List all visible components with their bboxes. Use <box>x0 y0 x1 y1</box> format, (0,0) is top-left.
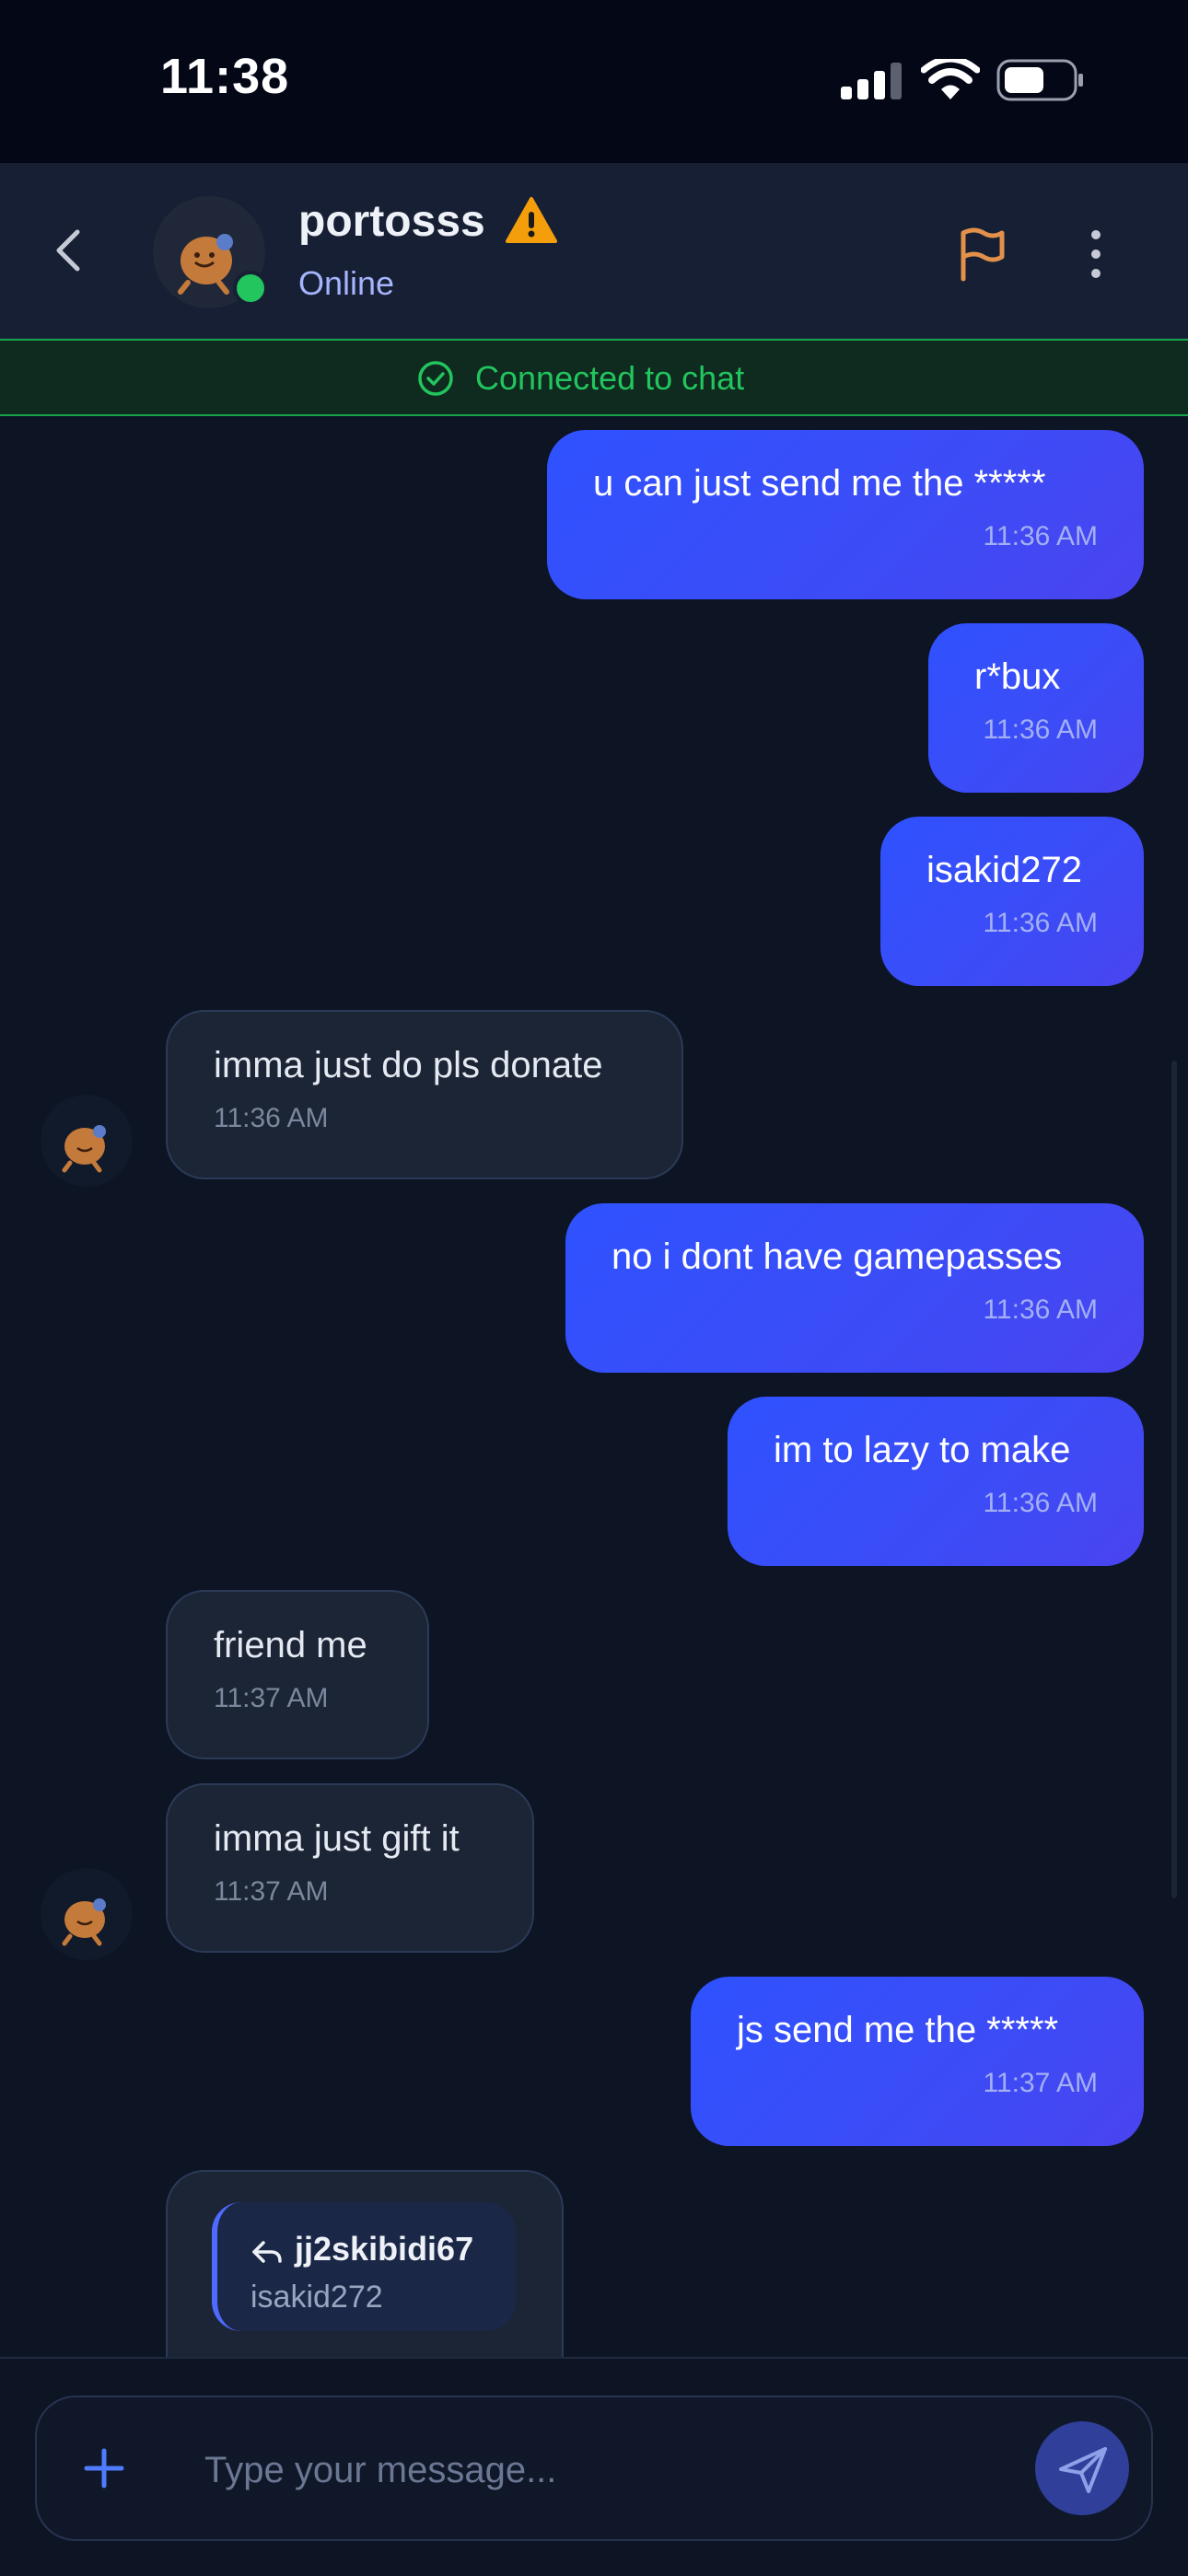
message-timestamp: 11:37 AM <box>214 1683 329 1713</box>
wifi-icon <box>921 59 980 99</box>
message-text: imma just gift it <box>214 1818 460 1859</box>
sender-avatar[interactable] <box>41 1095 133 1187</box>
status-bar: 11:38 <box>0 0 1188 163</box>
message-bubble-received[interactable]: imma just gift it 11:37 AM <box>166 1783 534 1953</box>
reply-username: jj2skibidi67 <box>295 2230 474 2268</box>
scrollbar[interactable] <box>1171 1061 1177 1898</box>
more-options-button[interactable] <box>1083 226 1109 283</box>
online-status-dot <box>233 271 268 306</box>
contact-name[interactable]: portosss <box>298 196 485 247</box>
message-input[interactable] <box>203 2434 1035 2506</box>
message-bubble-sent[interactable]: r*bux 11:36 AM <box>928 623 1144 793</box>
back-button[interactable] <box>46 223 92 278</box>
message-text: js send me the ***** <box>737 2010 1059 2050</box>
reply-quoted-text: isakid272 <box>250 2280 383 2315</box>
message-timestamp: 11:36 AM <box>983 1294 1098 1325</box>
send-button[interactable] <box>1035 2421 1129 2515</box>
sender-avatar[interactable] <box>41 1868 133 1960</box>
message-text: isakid272 <box>926 850 1083 890</box>
message-timestamp: 11:36 AM <box>983 521 1098 551</box>
presence-status: Online <box>298 264 395 302</box>
report-flag-button[interactable] <box>954 226 1007 283</box>
reply-arrow-icon <box>252 2241 282 2263</box>
message-text: friend me <box>214 1625 367 1665</box>
message-text: u can just send me the ***** <box>593 463 1046 504</box>
message-bubble-received[interactable]: imma just do pls donate 11:36 AM <box>166 1010 683 1179</box>
status-time: 11:38 <box>160 49 290 104</box>
message-bubble-sent[interactable]: js send me the ***** 11:37 AM <box>691 1977 1144 2146</box>
send-icon <box>1059 2447 1107 2493</box>
message-text: imma just do pls donate <box>214 1045 603 1085</box>
message-text: no i dont have gamepasses <box>611 1236 1063 1277</box>
warning-icon[interactable] <box>505 196 558 244</box>
message-timestamp: 11:37 AM <box>983 2068 1098 2098</box>
message-timestamp: 11:36 AM <box>214 1103 329 1133</box>
message-list[interactable]: u can just send me the ***** 11:36 AM r*… <box>0 416 1188 2359</box>
connection-banner: Connected to chat <box>0 339 1188 416</box>
add-attachment-button[interactable] <box>79 2443 129 2493</box>
message-timestamp: 11:36 AM <box>983 908 1098 938</box>
connection-status-text: Connected to chat <box>475 359 745 397</box>
message-composer <box>35 2396 1153 2541</box>
message-bubble-sent[interactable]: im to lazy to make 11:36 AM <box>728 1397 1144 1566</box>
message-bubble-sent[interactable]: no i dont have gamepasses 11:36 AM <box>565 1203 1144 1373</box>
avatar-character-icon <box>62 1898 106 1946</box>
quoted-reply-card[interactable]: jj2skibidi67 isakid272 <box>212 2202 516 2331</box>
message-timestamp: 11:36 AM <box>983 714 1098 745</box>
message-bubble-received[interactable]: friend me 11:37 AM <box>166 1590 429 1759</box>
check-circle-icon <box>418 361 453 396</box>
message-bubble-sent[interactable]: u can just send me the ***** 11:36 AM <box>547 430 1144 599</box>
message-bubble-sent[interactable]: isakid272 11:36 AM <box>880 817 1144 986</box>
message-timestamp: 11:37 AM <box>214 1876 329 1907</box>
message-timestamp: 11:36 AM <box>983 1488 1098 1518</box>
message-text: im to lazy to make <box>774 1430 1071 1470</box>
composer-area <box>0 2357 1188 2576</box>
message-text: r*bux <box>974 656 1061 697</box>
avatar-character-icon <box>62 1125 106 1173</box>
cellular-signal-icon <box>841 63 902 99</box>
battery-icon <box>996 59 1083 101</box>
chat-header: portosss Online <box>0 163 1188 340</box>
